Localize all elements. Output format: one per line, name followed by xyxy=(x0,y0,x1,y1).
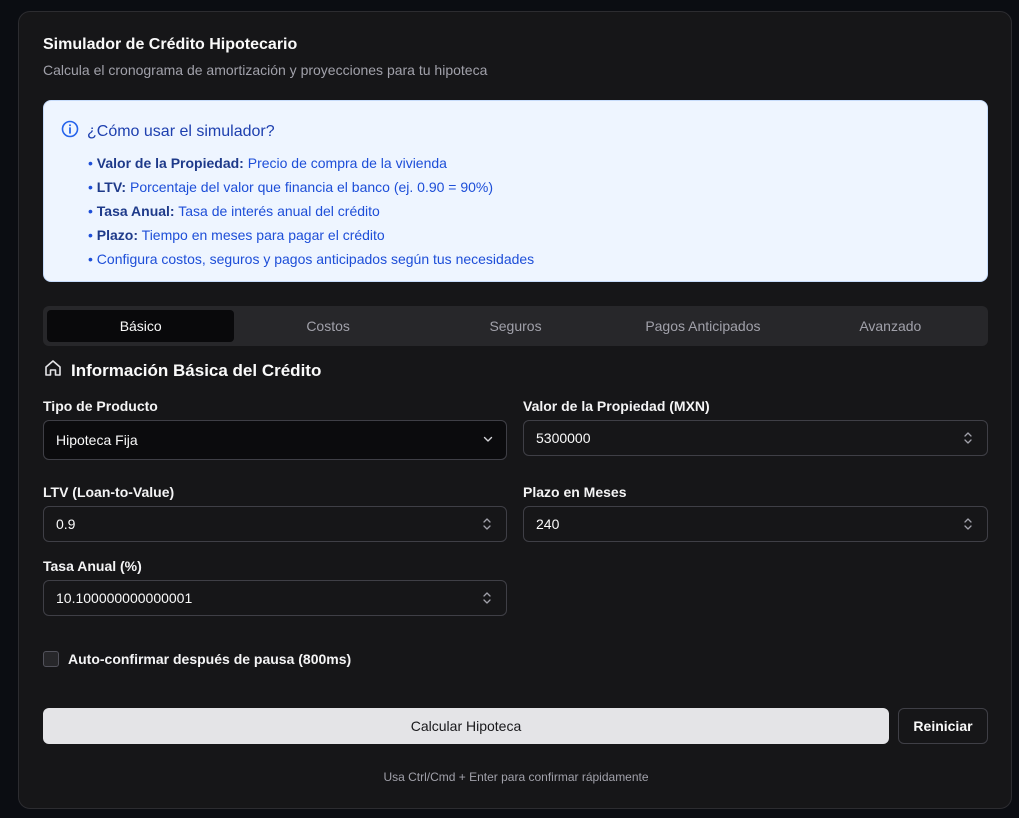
ltv-value: 0.9 xyxy=(56,516,76,532)
property-value-input[interactable]: 5300000 xyxy=(523,420,988,456)
property-value-label: Valor de la Propiedad (MXN) xyxy=(523,398,710,414)
term-label: Plazo en Meses xyxy=(523,484,627,500)
info-item: • Plazo: Tiempo en meses para pagar el c… xyxy=(88,227,385,243)
calculate-button[interactable]: Calcular Hipoteca xyxy=(43,708,889,744)
spinner-icon[interactable] xyxy=(961,515,975,533)
ltv-input[interactable]: 0.9 xyxy=(43,506,507,542)
auto-confirm-checkbox[interactable] xyxy=(43,651,59,667)
page-subtitle: Calcula el cronograma de amortización y … xyxy=(43,62,488,78)
shortcut-hint: Usa Ctrl/Cmd + Enter para confirmar rápi… xyxy=(383,770,649,784)
rate-input[interactable]: 10.100000000000001 xyxy=(43,580,507,616)
spinner-icon[interactable] xyxy=(961,429,975,447)
page-title: Simulador de Crédito Hipotecario xyxy=(43,36,298,53)
tab-avanzado[interactable]: Avanzado xyxy=(797,310,984,342)
auto-confirm-row: Auto-confirmar después de pausa (800ms) xyxy=(43,651,351,667)
rate-value: 10.100000000000001 xyxy=(56,590,193,606)
tab-pagos-anticipados[interactable]: Pagos Anticipados xyxy=(609,310,796,342)
info-header: ¿Cómo usar el simulador? xyxy=(61,120,275,143)
auto-confirm-label[interactable]: Auto-confirmar después de pausa (800ms) xyxy=(68,651,351,667)
info-circle-icon xyxy=(61,120,79,143)
home-icon xyxy=(43,358,63,383)
section-title: Información Básica del Crédito xyxy=(71,360,322,380)
info-item: • Tasa Anual: Tasa de interés anual del … xyxy=(88,203,380,219)
ltv-label: LTV (Loan-to-Value) xyxy=(43,484,175,500)
info-list: • Valor de la Propiedad: Precio de compr… xyxy=(88,151,534,271)
tab-costos[interactable]: Costos xyxy=(234,310,421,342)
rate-label: Tasa Anual (%) xyxy=(43,558,142,574)
spinner-icon[interactable] xyxy=(480,589,494,607)
product-type-value: Hipoteca Fija xyxy=(56,432,138,448)
info-panel: ¿Cómo usar el simulador? • Valor de la P… xyxy=(43,100,988,282)
spinner-icon[interactable] xyxy=(480,515,494,533)
tab-basico[interactable]: Básico xyxy=(47,310,235,342)
section-header: Información Básica del Crédito xyxy=(43,358,321,383)
tab-bar: Básico Costos Seguros Pagos Anticipados … xyxy=(43,306,988,346)
info-item: • Valor de la Propiedad: Precio de compr… xyxy=(88,155,447,171)
property-value-value: 5300000 xyxy=(536,430,591,446)
simulator-card: Simulador de Crédito Hipotecario Calcula… xyxy=(18,11,1012,809)
product-type-label: Tipo de Producto xyxy=(43,398,158,414)
term-value: 240 xyxy=(536,516,560,532)
info-title: ¿Cómo usar el simulador? xyxy=(87,122,275,140)
term-input[interactable]: 240 xyxy=(523,506,988,542)
info-item: • LTV: Porcentaje del valor que financia… xyxy=(88,179,494,195)
product-type-select[interactable]: Hipoteca Fija xyxy=(43,420,507,460)
chevron-down-icon xyxy=(482,432,494,448)
info-item: • Configura costos, seguros y pagos anti… xyxy=(88,251,535,267)
reset-button[interactable]: Reiniciar xyxy=(898,708,988,744)
tab-seguros[interactable]: Seguros xyxy=(422,310,609,342)
